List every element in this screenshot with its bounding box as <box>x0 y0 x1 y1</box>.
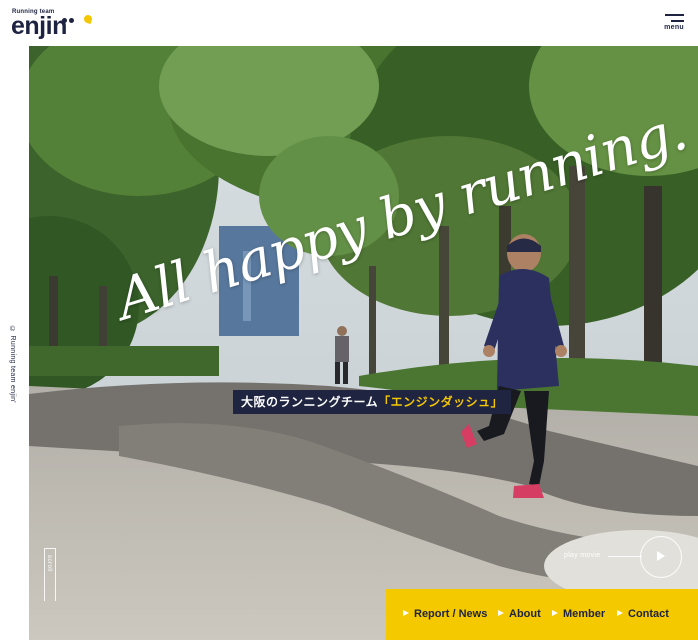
copyright-text: © Running team enjin' <box>9 326 16 403</box>
arrow-right-icon <box>498 610 504 616</box>
play-movie[interactable]: play movie <box>564 535 690 579</box>
menu-button[interactable]: menu <box>660 14 684 36</box>
nav-label: Report / News <box>414 608 488 620</box>
hero-subtitle: 大阪のランニングチーム「エンジンダッシュ」 <box>233 390 512 414</box>
arrow-right-icon <box>403 610 409 616</box>
bottom-nav: Report / News About Member Contact <box>386 589 698 640</box>
hamburger-icon <box>665 14 684 16</box>
nav-item-member[interactable]: Member <box>552 608 605 620</box>
arrow-right-icon <box>552 610 558 616</box>
logo-wordmark: enjin <box>11 12 67 40</box>
menu-label: menu <box>664 24 684 31</box>
subtitle-text: 大阪のランニングチーム <box>241 395 379 409</box>
nav-item-report-news[interactable]: Report / News <box>403 608 487 620</box>
arrow-right-icon <box>617 610 623 616</box>
hero-video: All happy by running. 大阪のランニングチーム「エンジンダッ… <box>29 46 698 640</box>
play-movie-button[interactable] <box>640 536 682 578</box>
play-movie-label: play movie <box>564 552 601 559</box>
nav-item-contact[interactable]: Contact <box>617 608 669 620</box>
nav-label: Contact <box>628 608 669 620</box>
nav-label: About <box>509 608 541 620</box>
nav-label: Member <box>563 608 606 620</box>
nav-item-about[interactable]: About <box>498 608 541 620</box>
enjin-logo[interactable]: Running team enjin <box>11 9 94 41</box>
play-icon <box>657 551 665 561</box>
left-rail: © Running team enjin' <box>0 46 29 640</box>
hero-tagline: All happy by running. <box>109 98 694 381</box>
hamburger-icon-line <box>671 20 684 22</box>
subtitle-highlight: 「エンジンダッシュ」 <box>378 395 504 409</box>
logo-drop-icon <box>82 13 94 25</box>
site-header: Running team enjin menu <box>0 0 698 46</box>
scroll-indicator[interactable]: scroll <box>44 548 56 601</box>
scroll-label: scroll <box>46 555 52 573</box>
play-line-divider <box>608 556 642 557</box>
